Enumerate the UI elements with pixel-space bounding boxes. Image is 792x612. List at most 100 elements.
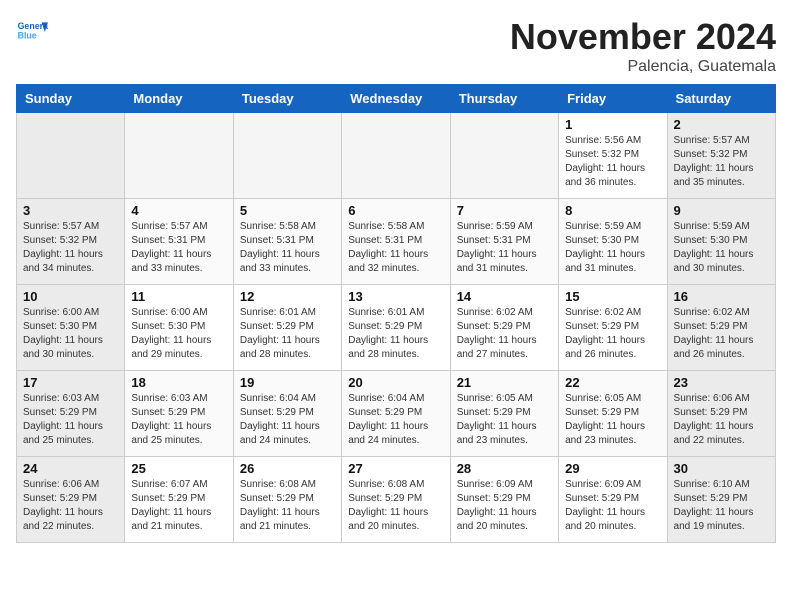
calendar-day-cell: [125, 113, 233, 199]
day-info: Sunrise: 6:05 AM Sunset: 5:29 PM Dayligh…: [565, 392, 660, 448]
weekday-header-thursday: Thursday: [450, 85, 558, 113]
day-info: Sunrise: 6:06 AM Sunset: 5:29 PM Dayligh…: [674, 392, 769, 448]
day-number: 27: [348, 461, 443, 476]
day-number: 19: [240, 375, 335, 390]
day-info: Sunrise: 6:04 AM Sunset: 5:29 PM Dayligh…: [240, 392, 335, 448]
day-info: Sunrise: 6:09 AM Sunset: 5:29 PM Dayligh…: [565, 478, 660, 534]
calendar-day-cell: 12 Sunrise: 6:01 AM Sunset: 5:29 PM Dayli…: [233, 285, 341, 371]
day-info: Sunrise: 6:01 AM Sunset: 5:29 PM Dayligh…: [240, 306, 335, 362]
calendar-day-cell: 3 Sunrise: 5:57 AM Sunset: 5:32 PM Daylig…: [17, 199, 125, 285]
day-number: 3: [23, 203, 118, 218]
calendar-day-cell: 23 Sunrise: 6:06 AM Sunset: 5:29 PM Dayli…: [667, 371, 775, 457]
calendar-day-cell: [17, 113, 125, 199]
day-info: Sunrise: 6:08 AM Sunset: 5:29 PM Dayligh…: [240, 478, 335, 534]
calendar-day-cell: 28 Sunrise: 6:09 AM Sunset: 5:29 PM Dayli…: [450, 457, 558, 543]
calendar-week-row: 24 Sunrise: 6:06 AM Sunset: 5:29 PM Dayli…: [17, 457, 776, 543]
calendar-day-cell: 9 Sunrise: 5:59 AM Sunset: 5:30 PM Daylig…: [667, 199, 775, 285]
day-info: Sunrise: 5:59 AM Sunset: 5:30 PM Dayligh…: [565, 220, 660, 276]
day-info: Sunrise: 6:02 AM Sunset: 5:29 PM Dayligh…: [565, 306, 660, 362]
day-number: 20: [348, 375, 443, 390]
day-info: Sunrise: 6:00 AM Sunset: 5:30 PM Dayligh…: [23, 306, 118, 362]
calendar-week-row: 10 Sunrise: 6:00 AM Sunset: 5:30 PM Dayli…: [17, 285, 776, 371]
day-info: Sunrise: 6:09 AM Sunset: 5:29 PM Dayligh…: [457, 478, 552, 534]
day-info: Sunrise: 5:57 AM Sunset: 5:32 PM Dayligh…: [674, 134, 769, 190]
day-info: Sunrise: 6:05 AM Sunset: 5:29 PM Dayligh…: [457, 392, 552, 448]
day-number: 6: [348, 203, 443, 218]
calendar-table: SundayMondayTuesdayWednesdayThursdayFrid…: [16, 84, 776, 543]
calendar-week-row: 3 Sunrise: 5:57 AM Sunset: 5:32 PM Daylig…: [17, 199, 776, 285]
title-block: November 2024 Palencia, Guatemala: [510, 16, 776, 76]
day-info: Sunrise: 5:58 AM Sunset: 5:31 PM Dayligh…: [348, 220, 443, 276]
day-info: Sunrise: 6:03 AM Sunset: 5:29 PM Dayligh…: [131, 392, 226, 448]
day-number: 23: [674, 375, 769, 390]
svg-text:Blue: Blue: [18, 30, 37, 40]
calendar-day-cell: 7Sunrise: 5:59 AM Sunset: 5:31 PM Daylig…: [450, 199, 558, 285]
calendar-day-cell: [450, 113, 558, 199]
day-number: 10: [23, 289, 118, 304]
weekday-header-friday: Friday: [559, 85, 667, 113]
calendar-week-row: 17 Sunrise: 6:03 AM Sunset: 5:29 PM Dayli…: [17, 371, 776, 457]
logo-icon: General Blue: [16, 16, 48, 48]
day-number: 26: [240, 461, 335, 476]
day-number: 22: [565, 375, 660, 390]
calendar-day-cell: [342, 113, 450, 199]
day-number: 18: [131, 375, 226, 390]
day-info: Sunrise: 6:08 AM Sunset: 5:29 PM Dayligh…: [348, 478, 443, 534]
day-number: 1: [565, 117, 660, 132]
page-header: General Blue November 2024 Palencia, Gua…: [16, 16, 776, 76]
day-number: 15: [565, 289, 660, 304]
location: Palencia, Guatemala: [510, 58, 776, 76]
day-info: Sunrise: 6:02 AM Sunset: 5:29 PM Dayligh…: [457, 306, 552, 362]
day-number: 29: [565, 461, 660, 476]
calendar-day-cell: 6 Sunrise: 5:58 AM Sunset: 5:31 PM Daylig…: [342, 199, 450, 285]
day-info: Sunrise: 5:56 AM Sunset: 5:32 PM Dayligh…: [565, 134, 660, 190]
calendar-day-cell: 13 Sunrise: 6:01 AM Sunset: 5:29 PM Dayli…: [342, 285, 450, 371]
day-number: 28: [457, 461, 552, 476]
day-info: Sunrise: 6:01 AM Sunset: 5:29 PM Dayligh…: [348, 306, 443, 362]
weekday-header-monday: Monday: [125, 85, 233, 113]
calendar-day-cell: 27 Sunrise: 6:08 AM Sunset: 5:29 PM Dayli…: [342, 457, 450, 543]
day-info: Sunrise: 6:02 AM Sunset: 5:29 PM Dayligh…: [674, 306, 769, 362]
day-info: Sunrise: 5:59 AM Sunset: 5:31 PM Dayligh…: [457, 220, 552, 276]
day-number: 12: [240, 289, 335, 304]
day-number: 5: [240, 203, 335, 218]
logo: General Blue: [16, 16, 48, 48]
day-info: Sunrise: 6:00 AM Sunset: 5:30 PM Dayligh…: [131, 306, 226, 362]
calendar-day-cell: 5 Sunrise: 5:58 AM Sunset: 5:31 PM Daylig…: [233, 199, 341, 285]
calendar-day-cell: 20Sunrise: 6:04 AM Sunset: 5:29 PM Dayli…: [342, 371, 450, 457]
day-info: Sunrise: 5:57 AM Sunset: 5:32 PM Dayligh…: [23, 220, 118, 276]
calendar-day-cell: 11 Sunrise: 6:00 AM Sunset: 5:30 PM Dayli…: [125, 285, 233, 371]
day-info: Sunrise: 6:06 AM Sunset: 5:29 PM Dayligh…: [23, 478, 118, 534]
day-info: Sunrise: 5:59 AM Sunset: 5:30 PM Dayligh…: [674, 220, 769, 276]
day-number: 30: [674, 461, 769, 476]
calendar-day-cell: 18 Sunrise: 6:03 AM Sunset: 5:29 PM Dayli…: [125, 371, 233, 457]
calendar-day-cell: 10 Sunrise: 6:00 AM Sunset: 5:30 PM Dayli…: [17, 285, 125, 371]
calendar-day-cell: 15 Sunrise: 6:02 AM Sunset: 5:29 PM Dayli…: [559, 285, 667, 371]
calendar-day-cell: 24 Sunrise: 6:06 AM Sunset: 5:29 PM Dayli…: [17, 457, 125, 543]
calendar-day-cell: 29 Sunrise: 6:09 AM Sunset: 5:29 PM Dayli…: [559, 457, 667, 543]
calendar-day-cell: 14Sunrise: 6:02 AM Sunset: 5:29 PM Dayli…: [450, 285, 558, 371]
day-number: 24: [23, 461, 118, 476]
calendar-day-cell: 26 Sunrise: 6:08 AM Sunset: 5:29 PM Dayli…: [233, 457, 341, 543]
calendar-day-cell: 4Sunrise: 5:57 AM Sunset: 5:31 PM Daylig…: [125, 199, 233, 285]
weekday-header-saturday: Saturday: [667, 85, 775, 113]
day-number: 25: [131, 461, 226, 476]
calendar-day-cell: 8Sunrise: 5:59 AM Sunset: 5:30 PM Daylig…: [559, 199, 667, 285]
day-number: 4: [131, 203, 226, 218]
day-number: 13: [348, 289, 443, 304]
day-number: 21: [457, 375, 552, 390]
day-number: 9: [674, 203, 769, 218]
calendar-day-cell: 16Sunrise: 6:02 AM Sunset: 5:29 PM Dayli…: [667, 285, 775, 371]
day-number: 11: [131, 289, 226, 304]
calendar-week-row: 1 Sunrise: 5:56 AM Sunset: 5:32 PM Daylig…: [17, 113, 776, 199]
month-title: November 2024: [510, 16, 776, 58]
day-info: Sunrise: 5:58 AM Sunset: 5:31 PM Dayligh…: [240, 220, 335, 276]
day-number: 17: [23, 375, 118, 390]
calendar-day-cell: 17 Sunrise: 6:03 AM Sunset: 5:29 PM Dayli…: [17, 371, 125, 457]
day-info: Sunrise: 6:07 AM Sunset: 5:29 PM Dayligh…: [131, 478, 226, 534]
calendar-day-cell: 21 Sunrise: 6:05 AM Sunset: 5:29 PM Dayli…: [450, 371, 558, 457]
day-info: Sunrise: 6:03 AM Sunset: 5:29 PM Dayligh…: [23, 392, 118, 448]
weekday-header-wednesday: Wednesday: [342, 85, 450, 113]
calendar-day-cell: 25 Sunrise: 6:07 AM Sunset: 5:29 PM Dayli…: [125, 457, 233, 543]
calendar-day-cell: 30Sunrise: 6:10 AM Sunset: 5:29 PM Dayli…: [667, 457, 775, 543]
